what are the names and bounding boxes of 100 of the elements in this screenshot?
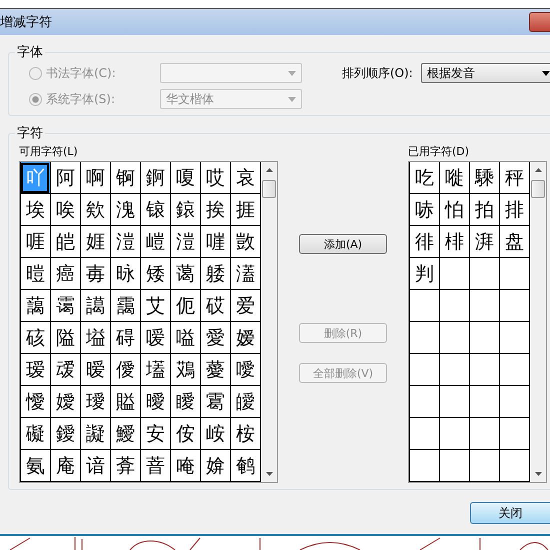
action-button[interactable]: 添加(A) [299,234,387,254]
empty-cell[interactable] [469,290,499,322]
char-cell[interactable]: 安 [140,418,170,450]
char-cell[interactable]: 皧 [230,386,260,418]
char-cell[interactable]: 賹 [110,386,140,418]
char-cell[interactable]: 藹 [20,290,50,322]
char-cell[interactable]: 嗳 [140,322,170,354]
char-cell[interactable]: 啀 [20,226,50,258]
char-cell[interactable]: 唵 [170,450,200,482]
char-cell[interactable]: 溰 [170,226,200,258]
char-cell[interactable]: 譺 [80,418,110,450]
char-cell[interactable]: 璦 [80,386,110,418]
empty-cell[interactable] [499,450,529,482]
char-cell[interactable]: 唉 [50,194,80,226]
scroll-down-icon[interactable] [534,472,542,476]
char-cell[interactable]: 庵 [50,450,80,482]
empty-cell[interactable] [409,450,439,482]
char-cell[interactable]: 瞹 [170,386,200,418]
char-cell[interactable]: 矮 [140,258,170,290]
empty-cell[interactable] [439,418,469,450]
scroll-up-icon[interactable] [534,168,542,172]
char-cell[interactable]: 錒 [140,162,170,194]
char-cell[interactable]: 䨠 [200,386,230,418]
char-cell[interactable]: 谙 [80,450,110,482]
char-cell[interactable]: 拍 [469,194,499,226]
char-cell[interactable]: 暟 [20,258,50,290]
char-cell[interactable]: 徘 [409,226,439,258]
empty-cell[interactable] [439,290,469,322]
empty-cell[interactable] [499,322,529,354]
char-cell[interactable]: 躷 [200,258,230,290]
char-cell[interactable]: 阿 [50,162,80,194]
empty-cell[interactable] [469,418,499,450]
char-cell[interactable]: 桉 [230,418,260,450]
char-cell[interactable]: 皑 [50,226,80,258]
scroll-down-icon[interactable] [266,472,272,476]
char-cell[interactable]: 嘥 [439,162,469,194]
char-cell[interactable]: 敳 [230,226,260,258]
char-cell[interactable]: 溾 [110,194,140,226]
char-cell[interactable]: 啊 [80,162,110,194]
char-cell[interactable]: 锕 [110,162,140,194]
char-cell[interactable]: 埃 [20,194,50,226]
char-cell[interactable]: 愛 [200,322,230,354]
char-cell[interactable]: 嬡 [50,386,80,418]
scroll-thumb[interactable] [262,180,276,198]
close-button[interactable]: 关闭 [470,502,550,524]
char-cell[interactable]: 排 [499,194,529,226]
char-cell[interactable]: 瑷 [20,354,50,386]
char-cell[interactable]: 侒 [170,418,200,450]
char-cell[interactable]: 捱 [230,194,260,226]
empty-cell[interactable] [439,386,469,418]
char-cell[interactable]: 霭 [50,290,80,322]
char-cell[interactable]: 薆 [200,354,230,386]
char-cell[interactable]: 昹 [110,258,140,290]
char-cell[interactable]: 吃 [409,162,439,194]
char-cell[interactable]: 鎄 [170,194,200,226]
empty-cell[interactable] [499,386,529,418]
char-cell[interactable]: 嵦 [140,226,170,258]
char-cell[interactable]: 爱 [230,290,260,322]
empty-cell[interactable] [409,354,439,386]
char-cell[interactable]: 譪 [80,290,110,322]
char-cell[interactable]: 騬 [469,162,499,194]
char-cell[interactable]: 萻 [140,450,170,482]
char-cell[interactable]: 癌 [50,258,80,290]
scrollbar[interactable] [530,162,546,482]
char-cell[interactable]: 叆 [50,354,80,386]
char-cell[interactable]: 嗄 [170,162,200,194]
char-cell[interactable]: 湃 [469,226,499,258]
empty-cell[interactable] [439,322,469,354]
scrollbar[interactable] [261,162,277,482]
empty-cell[interactable] [409,386,439,418]
sort-dropdown[interactable]: 根据发音 [420,63,550,83]
char-cell[interactable]: 媕 [200,450,230,482]
char-cell[interactable]: 鴱 [170,354,200,386]
scroll-thumb[interactable] [531,180,545,198]
char-cell[interactable]: 毐 [80,258,110,290]
char-cell[interactable]: 嫒 [230,322,260,354]
empty-cell[interactable] [439,354,469,386]
empty-cell[interactable] [469,386,499,418]
char-cell[interactable]: 噯 [230,354,260,386]
char-cell[interactable]: 溰 [110,226,140,258]
char-cell[interactable]: 曖 [140,386,170,418]
char-cell[interactable]: 哀 [230,162,260,194]
char-cell[interactable]: 娾 [80,226,110,258]
char-cell[interactable]: 峖 [200,418,230,450]
empty-cell[interactable] [499,354,529,386]
char-cell[interactable]: 壒 [140,354,170,386]
char-cell[interactable]: 嘊 [200,226,230,258]
char-cell[interactable]: 嗌 [170,322,200,354]
char-cell[interactable]: 懓 [20,386,50,418]
empty-cell[interactable] [499,290,529,322]
char-cell[interactable]: 碍 [110,322,140,354]
char-cell[interactable]: 僾 [110,354,140,386]
char-cell[interactable]: 锿 [140,194,170,226]
char-cell[interactable]: 挨 [200,194,230,226]
char-cell[interactable]: 判 [409,258,439,290]
char-cell[interactable]: 蔼 [170,258,200,290]
scroll-up-icon[interactable] [266,168,272,172]
empty-cell[interactable] [409,322,439,354]
empty-cell[interactable] [469,450,499,482]
char-cell[interactable]: 伌 [170,290,200,322]
